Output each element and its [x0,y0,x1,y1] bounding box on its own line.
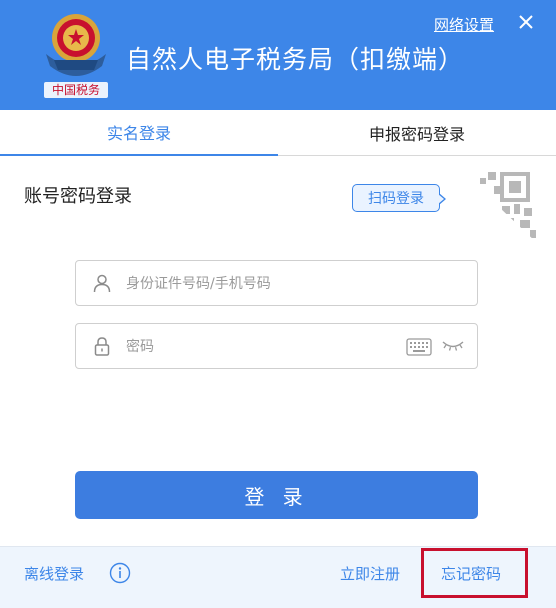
tab-real-name-login[interactable]: 实名登录 [0,110,278,156]
scan-login-button[interactable]: 扫码登录 [352,184,446,212]
password-field [75,323,478,369]
app-header: 中国税务 自然人电子税务局（扣缴端） 网络设置 [0,0,556,110]
qr-code-icon[interactable] [458,168,538,244]
username-input[interactable] [124,270,398,298]
login-tabs: 实名登录 申报密码登录 [0,110,556,156]
emblem-text: 中国税务 [52,82,100,97]
forgot-password-link[interactable]: 忘记密码 [441,563,501,584]
footer-bar: 离线登录 立即注册 忘记密码 [0,546,556,608]
section-title: 账号密码登录 [24,186,132,207]
tax-emblem-icon: 中国税务 [44,14,108,98]
eye-closed-icon[interactable] [442,340,464,352]
login-button[interactable]: 登 录 [75,471,478,519]
password-input[interactable] [124,333,398,361]
tab-declaration-password-login[interactable]: 申报密码登录 [278,110,556,156]
close-icon[interactable] [514,10,538,34]
username-field [75,260,478,306]
keyboard-icon[interactable] [406,338,432,356]
user-icon [93,274,111,293]
app-title: 自然人电子税务局（扣缴端） [126,45,465,74]
offline-login-link[interactable]: 离线登录 [24,563,84,584]
register-link[interactable]: 立即注册 [340,563,400,584]
network-settings-link[interactable]: 网络设置 [434,14,494,35]
lock-icon [94,337,110,356]
info-icon[interactable] [109,562,131,584]
